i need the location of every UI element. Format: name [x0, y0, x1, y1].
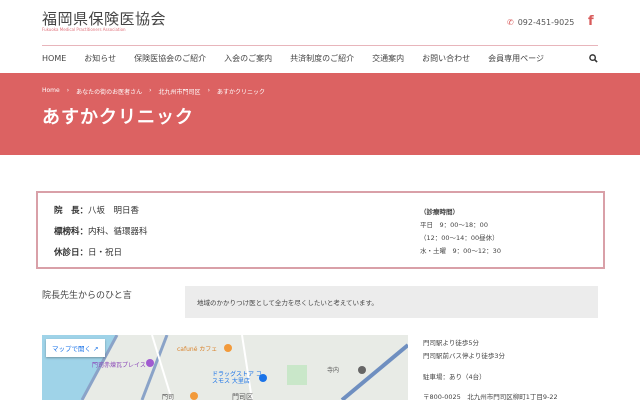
nav-contact[interactable]: お問い合わせ — [422, 53, 470, 65]
director-name: 八坂 明日香 — [88, 206, 140, 216]
chevron-right-icon: › — [207, 87, 210, 94]
nav-members[interactable]: 会員専用ページ — [488, 53, 544, 65]
breadcrumb-home[interactable]: Home — [42, 87, 60, 96]
phone-icon: ✆ — [507, 18, 514, 27]
nav-join[interactable]: 入会のご案内 — [224, 53, 272, 65]
hours-wed-sat: 水・土曜 9：00〜12：30 — [420, 247, 501, 255]
phone-text: 092-451-9025 — [517, 18, 575, 27]
phone-number[interactable]: ✆ 092-451-9025 — [507, 18, 574, 27]
department-row: 標榜科：内科、循環器科 — [54, 225, 148, 237]
closed-days-row: 休診日：日・祝日 — [54, 246, 122, 258]
access-bus: 門司駅前バス停より徒歩3分 — [423, 352, 506, 360]
google-map[interactable]: cafuné カフェ 門司赤煉瓦プレイス ドラッグストア コスモス 大里店 門司… — [42, 335, 408, 400]
open-in-maps-label: マップで開く — [52, 345, 91, 353]
hours-weekday: 平日 9：00〜18：00 — [420, 221, 488, 229]
open-in-maps-button[interactable]: マップで開く ↗ — [46, 339, 105, 357]
site-logo-subtitle: Fukuoka Medical Practitioners Associatio… — [42, 27, 126, 32]
site-logo[interactable]: 福岡県保険医協会 — [42, 8, 166, 29]
nav-news[interactable]: お知らせ — [84, 53, 116, 65]
page-title: あすかクリニック — [42, 107, 194, 128]
map-label-moji-ward: 門司区 — [232, 393, 253, 400]
header-divider — [42, 45, 598, 46]
message-box: 地域のかかりつけ医として全力を尽くしたいと考えています。 — [185, 286, 598, 318]
parking-info: 駐車場：あり（4台） — [423, 373, 486, 381]
external-link-icon: ↗ — [93, 345, 99, 353]
map-label-terauchi: 寺内 — [327, 367, 340, 374]
breadcrumb-area[interactable]: 北九州市門司区 — [159, 87, 201, 96]
main-nav: HOME お知らせ 保険医協会のご紹介 入会のご案内 共済制度のご紹介 交通案内… — [42, 53, 562, 65]
closed-days-value: 日・祝日 — [88, 248, 123, 258]
director-label: 院 長： — [54, 206, 89, 216]
hours-title: （診療時間） — [420, 208, 459, 216]
breadcrumb-doctors[interactable]: あなたの街のお医者さん — [76, 87, 142, 96]
director-row: 院 長：八坂 明日香 — [54, 204, 139, 216]
department-value: 内科、循環器科 — [88, 227, 148, 237]
map-place-renga[interactable]: 門司赤煉瓦プレイス — [92, 360, 146, 369]
breadcrumb: Home › あなたの街のお医者さん › 北九州市門司区 › あすかクリニック — [42, 87, 265, 96]
clinic-info-box: 院 長：八坂 明日香 標榜科：内科、循環器科 休診日：日・祝日 （診療時間） 平… — [36, 191, 605, 269]
message-heading: 院長先生からのひと言 — [42, 291, 132, 301]
breadcrumb-current: あすかクリニック — [216, 89, 265, 96]
nav-about[interactable]: 保険医協会のご紹介 — [134, 53, 206, 65]
hours-lunch: （12：00〜14：00昼休） — [420, 234, 499, 242]
map-place-cafe[interactable]: cafuné カフェ — [177, 344, 217, 353]
facebook-icon[interactable]: f — [588, 14, 594, 29]
chevron-right-icon: › — [66, 87, 70, 94]
search-icon[interactable] — [589, 54, 598, 66]
nav-access[interactable]: 交通案内 — [372, 53, 404, 65]
nav-home[interactable]: HOME — [42, 53, 66, 65]
closed-days-label: 休診日： — [54, 248, 89, 258]
access-station: 門司駅より徒歩5分 — [423, 339, 480, 347]
map-label-moji: 門司 — [162, 394, 175, 400]
map-place-drugstore[interactable]: ドラッグストア コスモス 大里店 — [212, 371, 262, 385]
department-label: 標榜科： — [54, 227, 89, 237]
nav-mutual-aid[interactable]: 共済制度のご紹介 — [290, 53, 354, 65]
chevron-right-icon: › — [149, 87, 152, 94]
